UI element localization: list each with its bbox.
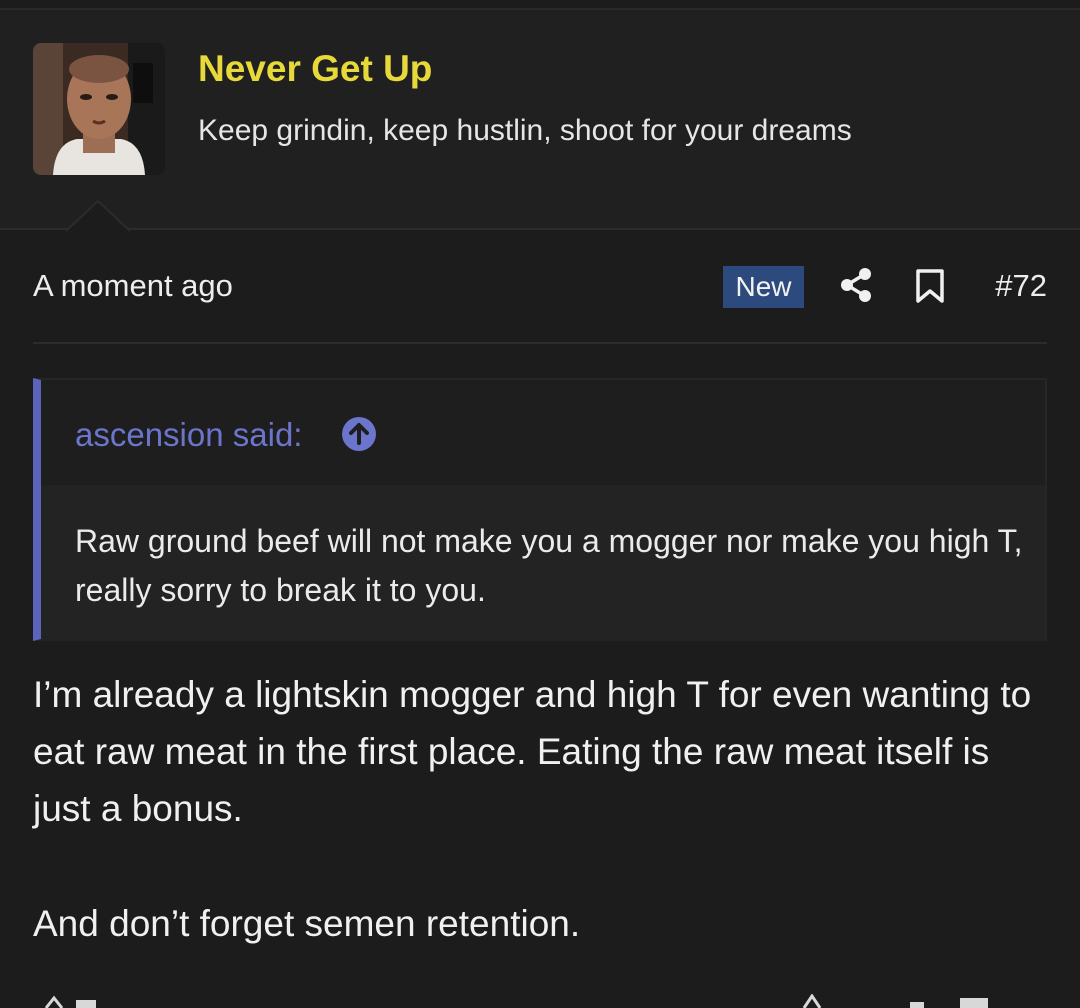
quote-body: Raw ground beef will not make you a mogg…	[41, 485, 1045, 641]
message-body: I’m already a lightskin mogger and high …	[33, 666, 1043, 952]
quote-text: Raw ground beef will not make you a mogg…	[75, 523, 1023, 608]
bookmark-icon[interactable]	[915, 269, 945, 303]
reply-actions[interactable]	[800, 994, 1040, 1008]
quote-header: ascension said:	[41, 380, 1045, 485]
quote-author[interactable]: ascension said:	[75, 416, 302, 454]
author-header: Never Get Up Keep grindin, keep hustlin,…	[0, 10, 1080, 230]
username[interactable]: Never Get Up	[198, 48, 432, 90]
message-paragraph: And don’t forget semen retention.	[33, 903, 581, 944]
caret-pointer	[66, 200, 130, 232]
quote-block: ascension said: Raw ground beef will not…	[33, 378, 1047, 641]
new-badge: New	[723, 266, 804, 308]
post-number[interactable]: #72	[995, 268, 1047, 304]
avatar[interactable]	[33, 43, 165, 175]
arrow-up-circle-icon[interactable]	[341, 416, 377, 452]
react-button[interactable]	[40, 994, 130, 1008]
share-icon[interactable]	[839, 267, 873, 303]
post-actions	[0, 994, 1080, 1008]
post-meta: A moment ago New #72	[33, 262, 1047, 312]
avatar-image	[33, 43, 165, 175]
message-paragraph: I’m already a lightskin mogger and high …	[33, 674, 1032, 829]
post-timestamp[interactable]: A moment ago	[33, 268, 233, 304]
user-title: Keep grindin, keep hustlin, shoot for yo…	[198, 114, 852, 147]
meta-divider	[33, 342, 1047, 344]
